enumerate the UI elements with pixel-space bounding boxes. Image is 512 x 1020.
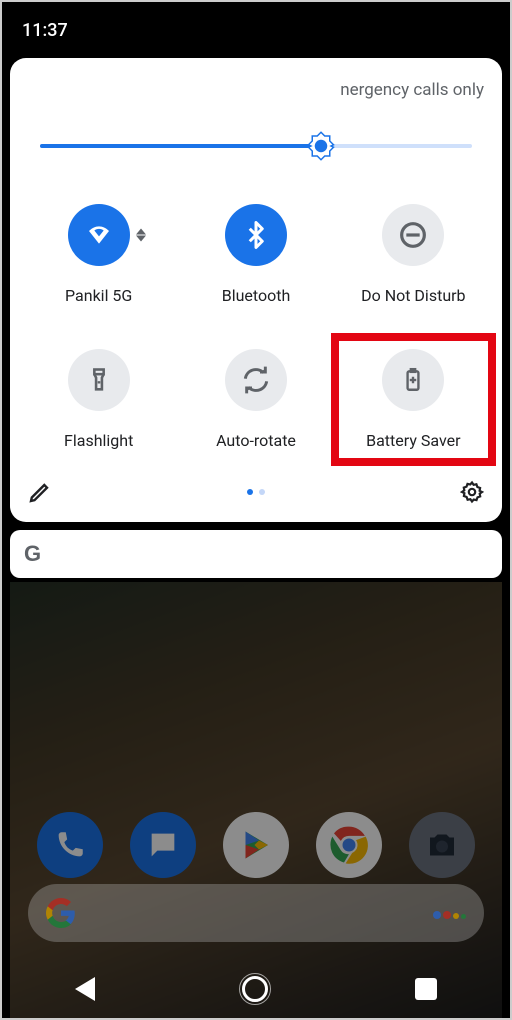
camera-app-icon[interactable]	[409, 812, 475, 878]
flashlight-icon[interactable]	[68, 349, 130, 411]
play-store-app-icon[interactable]	[223, 812, 289, 878]
qs-tile-label: Flashlight	[64, 431, 133, 450]
google-g-icon	[46, 898, 76, 928]
qs-tile-label: Battery Saver	[366, 431, 460, 450]
qs-tile-bluetooth[interactable]: Bluetooth	[177, 204, 334, 305]
status-time: 11:37	[22, 20, 68, 41]
network-status-text: nergency calls only	[340, 80, 484, 100]
rotate-icon[interactable]	[225, 349, 287, 411]
qs-tile-label: Do Not Disturb	[361, 286, 465, 305]
assistant-icon[interactable]	[431, 904, 466, 923]
page-dot	[247, 489, 253, 495]
qs-header: nergency calls only	[10, 74, 502, 118]
wallpaper	[10, 582, 502, 1018]
navigation-bar	[2, 960, 510, 1018]
qs-tile-label: Pankil 5G	[65, 286, 132, 305]
qs-tiles-grid: Pankil 5G Bluetooth Do Not Disturb Flashlig…	[10, 190, 502, 474]
quick-settings-panel: nergency calls only Pankil 5G Bluetooth Do…	[10, 58, 502, 522]
bluetooth-icon[interactable]	[225, 204, 287, 266]
page-dot	[259, 489, 265, 495]
brightness-slider[interactable]	[40, 132, 472, 160]
nav-home-button[interactable]	[242, 976, 268, 1002]
messages-app-icon[interactable]	[130, 812, 196, 878]
qs-tile-label: Bluetooth	[222, 286, 291, 305]
slider-fill	[40, 144, 321, 148]
edit-icon[interactable]	[28, 480, 52, 504]
dnd-icon[interactable]	[382, 204, 444, 266]
page-indicator	[247, 489, 265, 495]
app-dock	[10, 812, 502, 878]
wifi-icon[interactable]	[68, 204, 130, 266]
phone-app-icon[interactable]	[37, 812, 103, 878]
qs-tile-autorotate[interactable]: Auto-rotate	[177, 349, 334, 450]
google-search-card[interactable]: G	[10, 530, 502, 578]
qs-tile-battery[interactable]: Battery Saver	[335, 349, 492, 450]
nav-back-button[interactable]	[75, 977, 95, 1001]
qs-tile-dnd[interactable]: Do Not Disturb	[335, 204, 492, 305]
qs-tile-wifi[interactable]: Pankil 5G	[20, 204, 177, 305]
nav-recents-button[interactable]	[415, 978, 437, 1000]
home-search-bar[interactable]	[28, 884, 484, 942]
qs-tile-label: Auto-rotate	[216, 431, 296, 450]
brightness-thumb-icon[interactable]	[306, 131, 336, 161]
chrome-app-icon[interactable]	[316, 812, 382, 878]
qs-footer	[10, 474, 502, 514]
battery-saver-icon[interactable]	[382, 349, 444, 411]
qs-tile-flashlight[interactable]: Flashlight	[20, 349, 177, 450]
google-g-icon: G	[24, 541, 41, 567]
device-frame: 11:37 nergency calls only Pankil 5G Bluet…	[2, 2, 510, 1018]
settings-icon[interactable]	[460, 480, 484, 504]
expand-icon[interactable]	[136, 229, 146, 242]
status-bar: 11:37	[2, 2, 510, 58]
